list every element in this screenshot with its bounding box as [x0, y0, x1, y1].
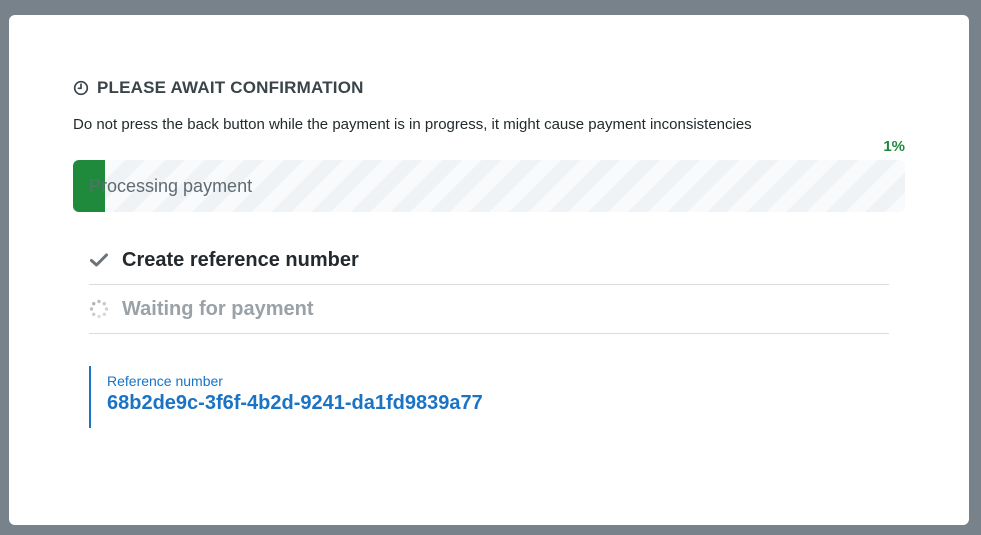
step-waiting-payment: Waiting for payment — [89, 285, 889, 334]
title-row: PLEASE AWAIT CONFIRMATION — [73, 78, 905, 98]
step-list: Create reference number Waiting for paym… — [89, 236, 889, 334]
progress-percent: 1% — [883, 138, 905, 155]
step-create-reference: Create reference number — [89, 236, 889, 285]
reference-number: 68b2de9c-3f6f-4b2d-9241-da1fd9839a77 — [107, 392, 483, 414]
progress-bar: Processing payment — [73, 160, 905, 212]
payment-confirmation-modal: PLEASE AWAIT CONFIRMATION Do not press t… — [9, 15, 969, 525]
progress-label: Processing payment — [89, 176, 253, 196]
checkmark-icon — [89, 250, 109, 270]
clock-icon — [73, 80, 89, 96]
reference-label: Reference number — [107, 373, 223, 389]
spinner-icon — [89, 299, 109, 319]
step-label: Waiting for payment — [122, 297, 314, 320]
modal-content: PLEASE AWAIT CONFIRMATION Do not press t… — [73, 78, 905, 428]
reference-box: Reference number 68b2de9c-3f6f-4b2d-9241… — [89, 366, 905, 428]
step-label: Create reference number — [122, 248, 359, 271]
page-title: PLEASE AWAIT CONFIRMATION — [97, 78, 364, 97]
warning-message: Do not press the back button while the p… — [73, 116, 752, 133]
